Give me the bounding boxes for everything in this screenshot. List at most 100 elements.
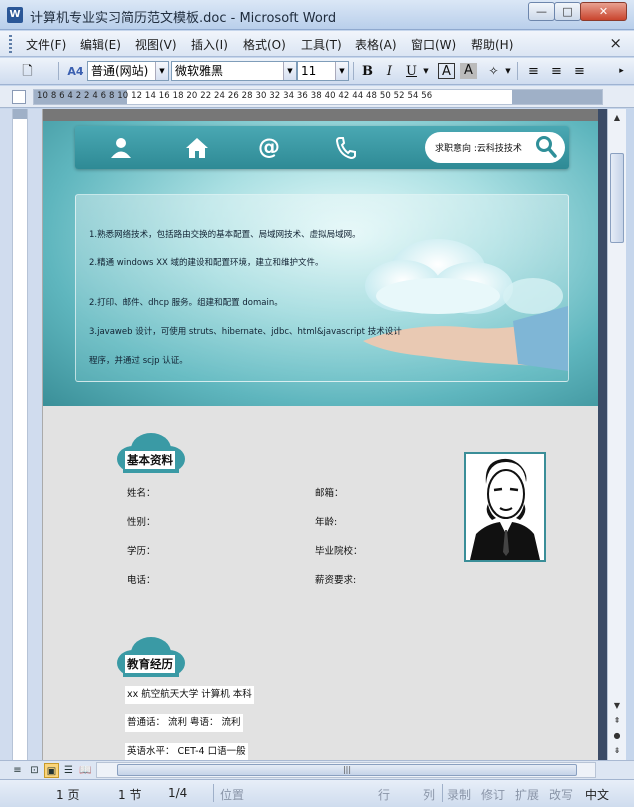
minimize-button[interactable]: — bbox=[528, 2, 555, 21]
status-page: 1 页 bbox=[56, 788, 80, 802]
profile-photo[interactable] bbox=[464, 452, 546, 562]
select-browse-object-icon[interactable]: ● bbox=[610, 729, 624, 743]
font-size-value: 11 bbox=[301, 64, 317, 78]
menu-insert[interactable]: 插入(I) bbox=[191, 36, 228, 53]
at-email-icon: @ bbox=[258, 135, 280, 160]
character-border-button[interactable]: A bbox=[438, 63, 455, 79]
name-label: 姓名： bbox=[127, 488, 156, 499]
horizontal-ruler[interactable]: 10 8 6 4 2 2 4 6 8 10 12 14 16 18 20 22 … bbox=[0, 86, 634, 108]
basic-info-title: 基本资料 bbox=[125, 451, 175, 469]
job-intention-search[interactable]: 求职意向 :云科技技术 bbox=[425, 132, 565, 163]
skill-line: 程序，并通过 scjp 认证。 bbox=[89, 356, 188, 366]
edu-line: 英语水平： CET-4 口语一般 bbox=[125, 743, 248, 760]
vertical-ruler[interactable] bbox=[12, 109, 28, 760]
window-right-border bbox=[626, 109, 634, 760]
style-dropdown[interactable]: 普通(网站) ▼ bbox=[87, 61, 169, 81]
edu-line: xx 航空航天大学 计算机 本科 bbox=[125, 686, 254, 704]
maximize-button[interactable]: □ bbox=[554, 2, 581, 21]
status-column: 列 bbox=[423, 788, 436, 802]
menu-format[interactable]: 格式(O) bbox=[243, 36, 286, 53]
horizontal-scrollbar[interactable]: ||| bbox=[96, 762, 596, 778]
document-page[interactable]: @ 求职意向 :云科技技术 1.熟悉网络技术，包括路由交换的基本配置、局域网技术… bbox=[42, 109, 598, 760]
menu-edit[interactable]: 编辑(E) bbox=[80, 36, 121, 53]
menu-table[interactable]: 表格(A) bbox=[355, 36, 397, 53]
status-position: 位置 bbox=[220, 788, 245, 802]
toolbar-separator bbox=[353, 62, 354, 80]
next-page-icon[interactable]: ⇟ bbox=[610, 744, 624, 758]
bold-button[interactable]: B bbox=[358, 62, 377, 81]
window-title: 计算机专业实习简历范文模板.doc - Microsoft Word bbox=[30, 11, 337, 26]
style-value: 普通(网站) bbox=[91, 64, 149, 78]
align-left-icon[interactable]: ≡ bbox=[524, 62, 543, 81]
character-shading-button[interactable]: A bbox=[460, 63, 477, 79]
menu-view[interactable]: 视图(V) bbox=[135, 36, 177, 53]
italic-button[interactable]: I bbox=[380, 62, 399, 81]
status-extend[interactable]: 扩展 bbox=[515, 786, 539, 803]
scroll-up-icon[interactable]: ▲ bbox=[610, 111, 624, 125]
menu-tools[interactable]: 工具(T) bbox=[301, 36, 342, 53]
user-icon bbox=[108, 136, 134, 160]
styles-pane-icon[interactable]: A4 bbox=[66, 62, 85, 81]
phone-label: 电话： bbox=[127, 575, 156, 586]
print-layout-icon[interactable]: ▣ bbox=[44, 763, 59, 778]
school-label: 毕业院校： bbox=[315, 546, 363, 557]
status-page-count: 1/4 bbox=[168, 786, 188, 800]
status-record[interactable]: 录制 bbox=[447, 786, 471, 803]
chevron-down-icon[interactable]: ▼ bbox=[283, 62, 296, 80]
normal-view-icon[interactable]: ≡ bbox=[10, 763, 25, 778]
phone-icon bbox=[332, 136, 358, 160]
job-intention-text: 求职意向 :云科技技术 bbox=[435, 144, 522, 154]
chevron-down-icon[interactable]: ▼ bbox=[421, 62, 431, 81]
outline-view-icon[interactable]: ☰ bbox=[61, 763, 76, 778]
horizontal-scroll-thumb[interactable]: ||| bbox=[117, 764, 577, 776]
scroll-down-icon[interactable]: ▼ bbox=[610, 699, 624, 713]
formatting-toolbar: 🗋 A4 普通(网站) ▼ 微软雅黑 ▼ 11 ▼ B I U ▼ A A ✧ … bbox=[0, 58, 634, 85]
chevron-down-icon[interactable]: ▼ bbox=[155, 62, 168, 80]
font-dropdown[interactable]: 微软雅黑 ▼ bbox=[171, 61, 297, 81]
page-top-band bbox=[43, 109, 598, 121]
skill-line: 2.精通 windows XX 域的建设和配置环境，建立和维护文件。 bbox=[89, 258, 324, 268]
previous-page-icon[interactable]: ⇞ bbox=[610, 714, 624, 728]
chevron-down-icon[interactable]: ▼ bbox=[335, 62, 348, 80]
edu-line: 普通话： 流利 粤语： 流利 bbox=[125, 714, 243, 732]
status-track-changes[interactable]: 修订 bbox=[481, 786, 505, 803]
menu-grip-handle[interactable] bbox=[9, 35, 12, 53]
status-divider bbox=[213, 784, 214, 802]
toolbar-options-icon[interactable]: ▸ bbox=[612, 62, 631, 81]
search-icon[interactable] bbox=[535, 135, 557, 159]
skill-line: 2.打印、邮件、dhcp 服务。组建和配置 domain。 bbox=[89, 298, 283, 308]
status-divider bbox=[442, 784, 443, 802]
reading-layout-icon[interactable]: 📖 bbox=[78, 763, 93, 778]
web-layout-icon[interactable]: ⊡ bbox=[27, 763, 42, 778]
word-app-icon[interactable]: W bbox=[7, 7, 23, 23]
vertical-scroll-thumb[interactable] bbox=[610, 153, 624, 243]
menu-file[interactable]: 文件(F) bbox=[26, 36, 66, 53]
close-button[interactable]: ✕ bbox=[580, 2, 627, 21]
chevron-down-icon[interactable]: ▼ bbox=[503, 62, 513, 81]
text-effects-icon[interactable]: ✧ bbox=[484, 62, 503, 81]
vertical-scrollbar[interactable]: ▲ ▼ ⇞ ● ⇟ bbox=[607, 109, 626, 760]
status-overtype[interactable]: 改写 bbox=[549, 786, 573, 803]
align-center-icon[interactable]: ≡ bbox=[547, 62, 566, 81]
menu-bar: 文件(F) 编辑(E) 视图(V) 插入(I) 格式(O) 工具(T) 表格(A… bbox=[0, 31, 634, 57]
menu-window[interactable]: 窗口(W) bbox=[411, 36, 456, 53]
status-language: 中文 bbox=[585, 788, 610, 802]
skill-line: 1.熟悉网络技术，包括路由交换的基本配置、局域网技术、虚拟局域网。 bbox=[89, 230, 361, 240]
toolbar-separator bbox=[58, 62, 59, 80]
cloud-in-hand-illustration bbox=[363, 239, 568, 371]
education-label: 学历： bbox=[127, 546, 156, 557]
new-document-icon[interactable]: 🗋 bbox=[18, 62, 37, 81]
toolbar-separator bbox=[517, 62, 518, 80]
tab-stop-selector[interactable] bbox=[12, 90, 26, 104]
font-size-dropdown[interactable]: 11 ▼ bbox=[297, 61, 349, 81]
align-right-icon[interactable]: ≡ bbox=[570, 62, 589, 81]
underline-button[interactable]: U bbox=[402, 62, 421, 81]
status-section: 1 节 bbox=[118, 788, 142, 802]
font-value: 微软雅黑 bbox=[175, 64, 224, 78]
status-bar: 1 页 1 节 1/4 位置 行 列 录制 修订 扩展 改写 中文 bbox=[0, 779, 634, 807]
status-line: 行 bbox=[378, 788, 391, 802]
ruler-numbers: 10 8 6 4 2 2 4 6 8 10 12 14 16 18 20 22 … bbox=[37, 91, 433, 101]
close-document-icon[interactable]: × bbox=[609, 34, 622, 52]
menu-help[interactable]: 帮助(H) bbox=[471, 36, 513, 53]
ruler-right-margin bbox=[512, 90, 602, 104]
